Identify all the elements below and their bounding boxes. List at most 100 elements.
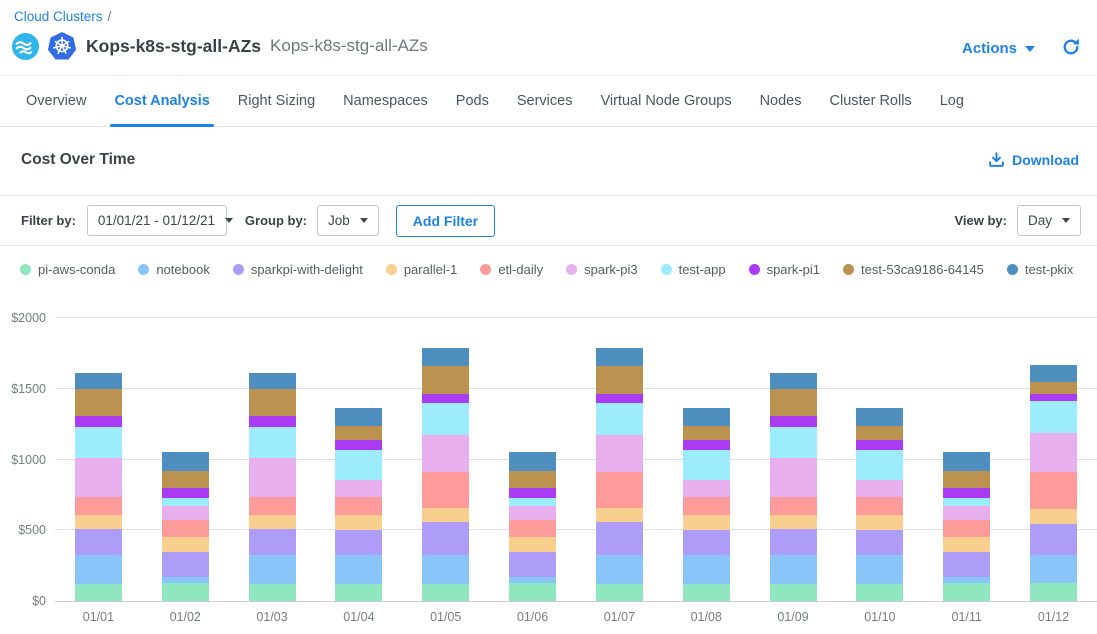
x-axis-tick: 01/03 — [229, 610, 316, 624]
legend-item-spark-pi3[interactable]: spark-pi3 — [566, 262, 637, 277]
bar-segment-etl-daily — [683, 497, 730, 515]
breadcrumb-cloud-clusters-link[interactable]: Cloud Clusters — [14, 9, 103, 24]
bar-segment-test-pkix — [1030, 365, 1077, 383]
bar-segment-spark-pi1 — [249, 416, 296, 427]
date-range-select[interactable]: 01/01/21 - 01/12/21 — [87, 205, 227, 236]
tab-cost-analysis[interactable]: Cost Analysis — [100, 76, 223, 126]
tab-namespaces[interactable]: Namespaces — [329, 76, 442, 126]
bar-segment-test-53ca9186-64145 — [249, 389, 296, 417]
view-by-select[interactable]: Day — [1017, 205, 1081, 236]
legend-item-spark-pi1[interactable]: spark-pi1 — [749, 262, 820, 277]
bar-segment-test-pkix — [683, 408, 730, 426]
download-button[interactable]: Download — [988, 151, 1079, 168]
bar-segment-sparkpi-with-delight — [770, 529, 817, 555]
legend-label: test-app — [679, 262, 726, 277]
group-by-label: Group by: — [245, 213, 307, 228]
refresh-icon — [1061, 37, 1081, 57]
bar-group-01-04 — [315, 319, 402, 601]
legend-label: parallel-1 — [404, 262, 457, 277]
bar-segment-test-app — [856, 450, 903, 480]
bar-segment-sparkpi-with-delight — [335, 530, 382, 555]
tab-pods[interactable]: Pods — [442, 76, 503, 126]
bar-segment-sparkpi-with-delight — [162, 552, 209, 577]
bar-segment-spark-pi1 — [162, 488, 209, 499]
bar-segment-test-53ca9186-64145 — [75, 389, 122, 417]
add-filter-button[interactable]: Add Filter — [396, 205, 495, 237]
bar-segment-test-pkix — [162, 452, 209, 470]
kubernetes-icon — [47, 31, 77, 61]
group-by-select[interactable]: Job — [317, 205, 379, 236]
tab-services[interactable]: Services — [503, 76, 587, 126]
bar-segment-spark-pi1 — [75, 416, 122, 427]
bar-segment-test-app — [683, 450, 730, 480]
bar-segment-sparkpi-with-delight — [509, 552, 556, 577]
bar-segment-spark-pi1 — [683, 440, 730, 449]
legend-item-sparkpi-with-delight[interactable]: sparkpi-with-delight — [233, 262, 363, 277]
legend-label: test-53ca9186-64145 — [861, 262, 984, 277]
bar-segment-pi-aws-conda — [596, 584, 643, 601]
bar-segment-test-app — [770, 427, 817, 458]
bar-segment-notebook — [75, 555, 122, 584]
refresh-button[interactable] — [1061, 37, 1081, 62]
bar-group-01-07 — [576, 319, 663, 601]
bar-group-01-02 — [142, 319, 229, 601]
tab-virtual-node-groups[interactable]: Virtual Node Groups — [586, 76, 745, 126]
bar-segment-spark-pi3 — [596, 435, 643, 473]
bar-segment-parallel-1 — [162, 537, 209, 552]
bar-segment-etl-daily — [422, 472, 469, 508]
view-by-value: Day — [1028, 213, 1052, 228]
bar-segment-spark-pi3 — [770, 458, 817, 497]
bar-segment-pi-aws-conda — [943, 583, 990, 601]
bar-segment-etl-daily — [943, 520, 990, 538]
bar-segment-test-53ca9186-64145 — [335, 426, 382, 440]
bar-segment-sparkpi-with-delight — [856, 530, 903, 555]
bar-segment-test-pkix — [249, 373, 296, 389]
legend-item-test-pkix[interactable]: test-pkix — [1007, 262, 1073, 277]
chevron-down-icon — [1025, 46, 1035, 52]
bar-segment-pi-aws-conda — [335, 584, 382, 601]
section-title: Cost Over Time — [21, 151, 135, 169]
legend-dot-icon — [661, 264, 672, 275]
bar-segment-spark-pi1 — [422, 394, 469, 402]
bar-segment-test-pkix — [856, 408, 903, 426]
bar-segment-spark-pi3 — [422, 435, 469, 473]
y-axis-tick: $500 — [0, 523, 46, 537]
legend-item-notebook[interactable]: notebook — [138, 262, 210, 277]
bar-segment-parallel-1 — [75, 515, 122, 529]
tab-log[interactable]: Log — [926, 76, 978, 126]
y-axis-tick: $1000 — [0, 453, 46, 467]
bar-segment-spark-pi3 — [856, 480, 903, 497]
legend-item-test-app[interactable]: test-app — [661, 262, 726, 277]
tab-overview[interactable]: Overview — [12, 76, 100, 126]
stacked-bar — [683, 408, 730, 601]
bar-segment-test-app — [1030, 401, 1077, 434]
legend-item-test-53ca9186-64145[interactable]: test-53ca9186-64145 — [843, 262, 984, 277]
legend-item-pi-aws-conda[interactable]: pi-aws-conda — [20, 262, 115, 277]
legend-label: etl-daily — [498, 262, 543, 277]
tab-right-sizing[interactable]: Right Sizing — [224, 76, 329, 126]
legend-item-parallel-1[interactable]: parallel-1 — [386, 262, 457, 277]
bar-segment-sparkpi-with-delight — [596, 522, 643, 555]
bar-segment-parallel-1 — [683, 515, 730, 530]
bar-segment-test-app — [422, 403, 469, 435]
actions-button[interactable]: Actions — [962, 40, 1035, 57]
bar-segment-sparkpi-with-delight — [75, 529, 122, 555]
legend-dot-icon — [843, 264, 854, 275]
stacked-bar — [249, 373, 296, 601]
bar-segment-sparkpi-with-delight — [683, 530, 730, 555]
legend-item-etl-daily[interactable]: etl-daily — [480, 262, 543, 277]
bar-segment-spark-pi3 — [162, 506, 209, 520]
y-axis-tick: $1500 — [0, 382, 46, 396]
breadcrumb-separator: / — [108, 9, 112, 24]
bar-segment-test-app — [943, 498, 990, 505]
x-axis-tick: 01/10 — [836, 610, 923, 624]
bar-segment-test-53ca9186-64145 — [856, 426, 903, 440]
bar-segment-spark-pi1 — [509, 488, 556, 499]
bar-segment-spark-pi1 — [596, 394, 643, 402]
tab-nodes[interactable]: Nodes — [746, 76, 816, 126]
x-axis-tick: 01/01 — [55, 610, 142, 624]
tab-cluster-rolls[interactable]: Cluster Rolls — [816, 76, 926, 126]
legend-label: sparkpi-with-delight — [251, 262, 363, 277]
chevron-down-icon — [360, 218, 368, 223]
bar-segment-notebook — [335, 555, 382, 584]
